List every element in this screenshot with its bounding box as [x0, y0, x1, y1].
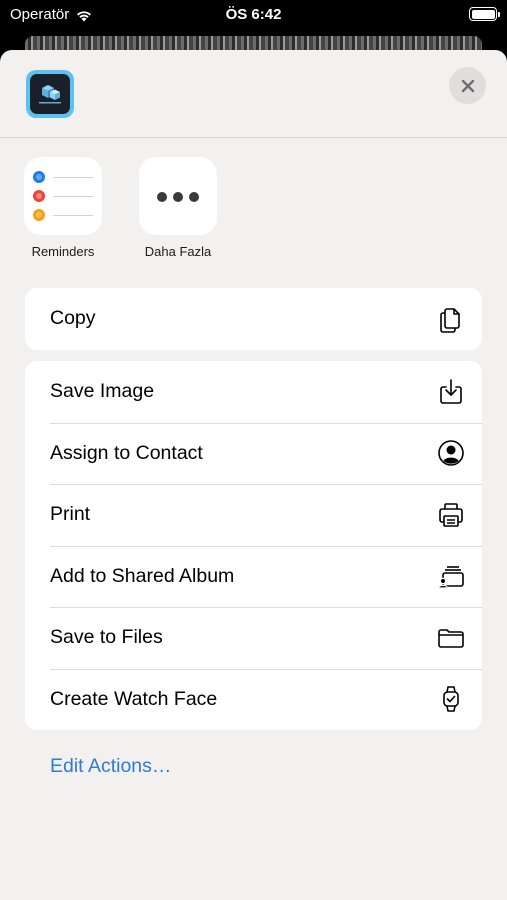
battery-icon	[469, 7, 500, 21]
action-group-main: Save Image Assign to Contact Print Add t…	[25, 361, 482, 730]
reminder-row	[33, 190, 95, 202]
action-label: Add to Shared Album	[50, 564, 235, 587]
action-group-copy: Copy	[25, 288, 482, 350]
folder-icon	[436, 623, 466, 653]
action-label: Create Watch Face	[50, 687, 218, 710]
more-icon	[139, 157, 217, 235]
reminders-icon	[24, 157, 102, 235]
close-button[interactable]	[449, 67, 486, 104]
share-app-reminders[interactable]: Reminders	[13, 157, 113, 259]
reminder-row	[33, 209, 95, 221]
reminder-line	[53, 176, 93, 178]
action-print[interactable]: Print	[25, 484, 482, 546]
action-copy[interactable]: Copy	[25, 288, 482, 350]
edit-actions-link[interactable]: Edit Actions…	[50, 755, 171, 778]
share-app-label: Daha Fazla	[144, 244, 212, 259]
more-dots	[139, 192, 217, 202]
reminder-dot	[33, 190, 45, 202]
printer-icon	[436, 500, 466, 530]
action-label: Assign to Contact	[50, 441, 203, 464]
reminder-row	[33, 171, 95, 183]
copy-icon	[436, 304, 466, 334]
watch-icon	[436, 684, 466, 714]
action-label: Save to Files	[50, 626, 163, 649]
battery-tip	[498, 11, 500, 17]
contact-icon	[436, 438, 466, 468]
action-create-watch-face[interactable]: Create Watch Face	[25, 668, 482, 731]
share-sheet: Reminders Daha Fazla Copy Save Image Ass…	[0, 50, 507, 900]
battery-fill	[471, 9, 495, 19]
share-sheet-header	[0, 50, 507, 138]
close-icon	[461, 79, 474, 92]
save-image-icon	[436, 377, 466, 407]
action-save-to-files[interactable]: Save to Files	[25, 607, 482, 669]
status-time: ÖS 6:42	[225, 6, 282, 23]
action-label: Save Image	[50, 380, 155, 403]
share-app-label: Reminders	[31, 244, 95, 259]
shared-item-thumbnail	[26, 70, 74, 118]
cubes-icon	[39, 85, 61, 104]
reminder-dot	[33, 171, 45, 183]
action-assign-to-contact[interactable]: Assign to Contact	[25, 422, 482, 485]
reminder-dot	[33, 209, 45, 221]
status-bar: Operatör ÖS 6:42	[0, 0, 507, 30]
share-apps-row: Reminders Daha Fazla	[0, 157, 507, 267]
action-label: Copy	[50, 307, 96, 330]
action-save-image[interactable]: Save Image	[25, 361, 482, 423]
reminder-line	[53, 195, 93, 197]
thumbnail-inner	[30, 74, 70, 114]
shared-album-icon	[436, 561, 466, 591]
action-add-to-shared-album[interactable]: Add to Shared Album	[25, 545, 482, 608]
action-label: Print	[50, 503, 91, 526]
share-app-more[interactable]: Daha Fazla	[128, 157, 228, 259]
reminder-line	[53, 214, 93, 216]
